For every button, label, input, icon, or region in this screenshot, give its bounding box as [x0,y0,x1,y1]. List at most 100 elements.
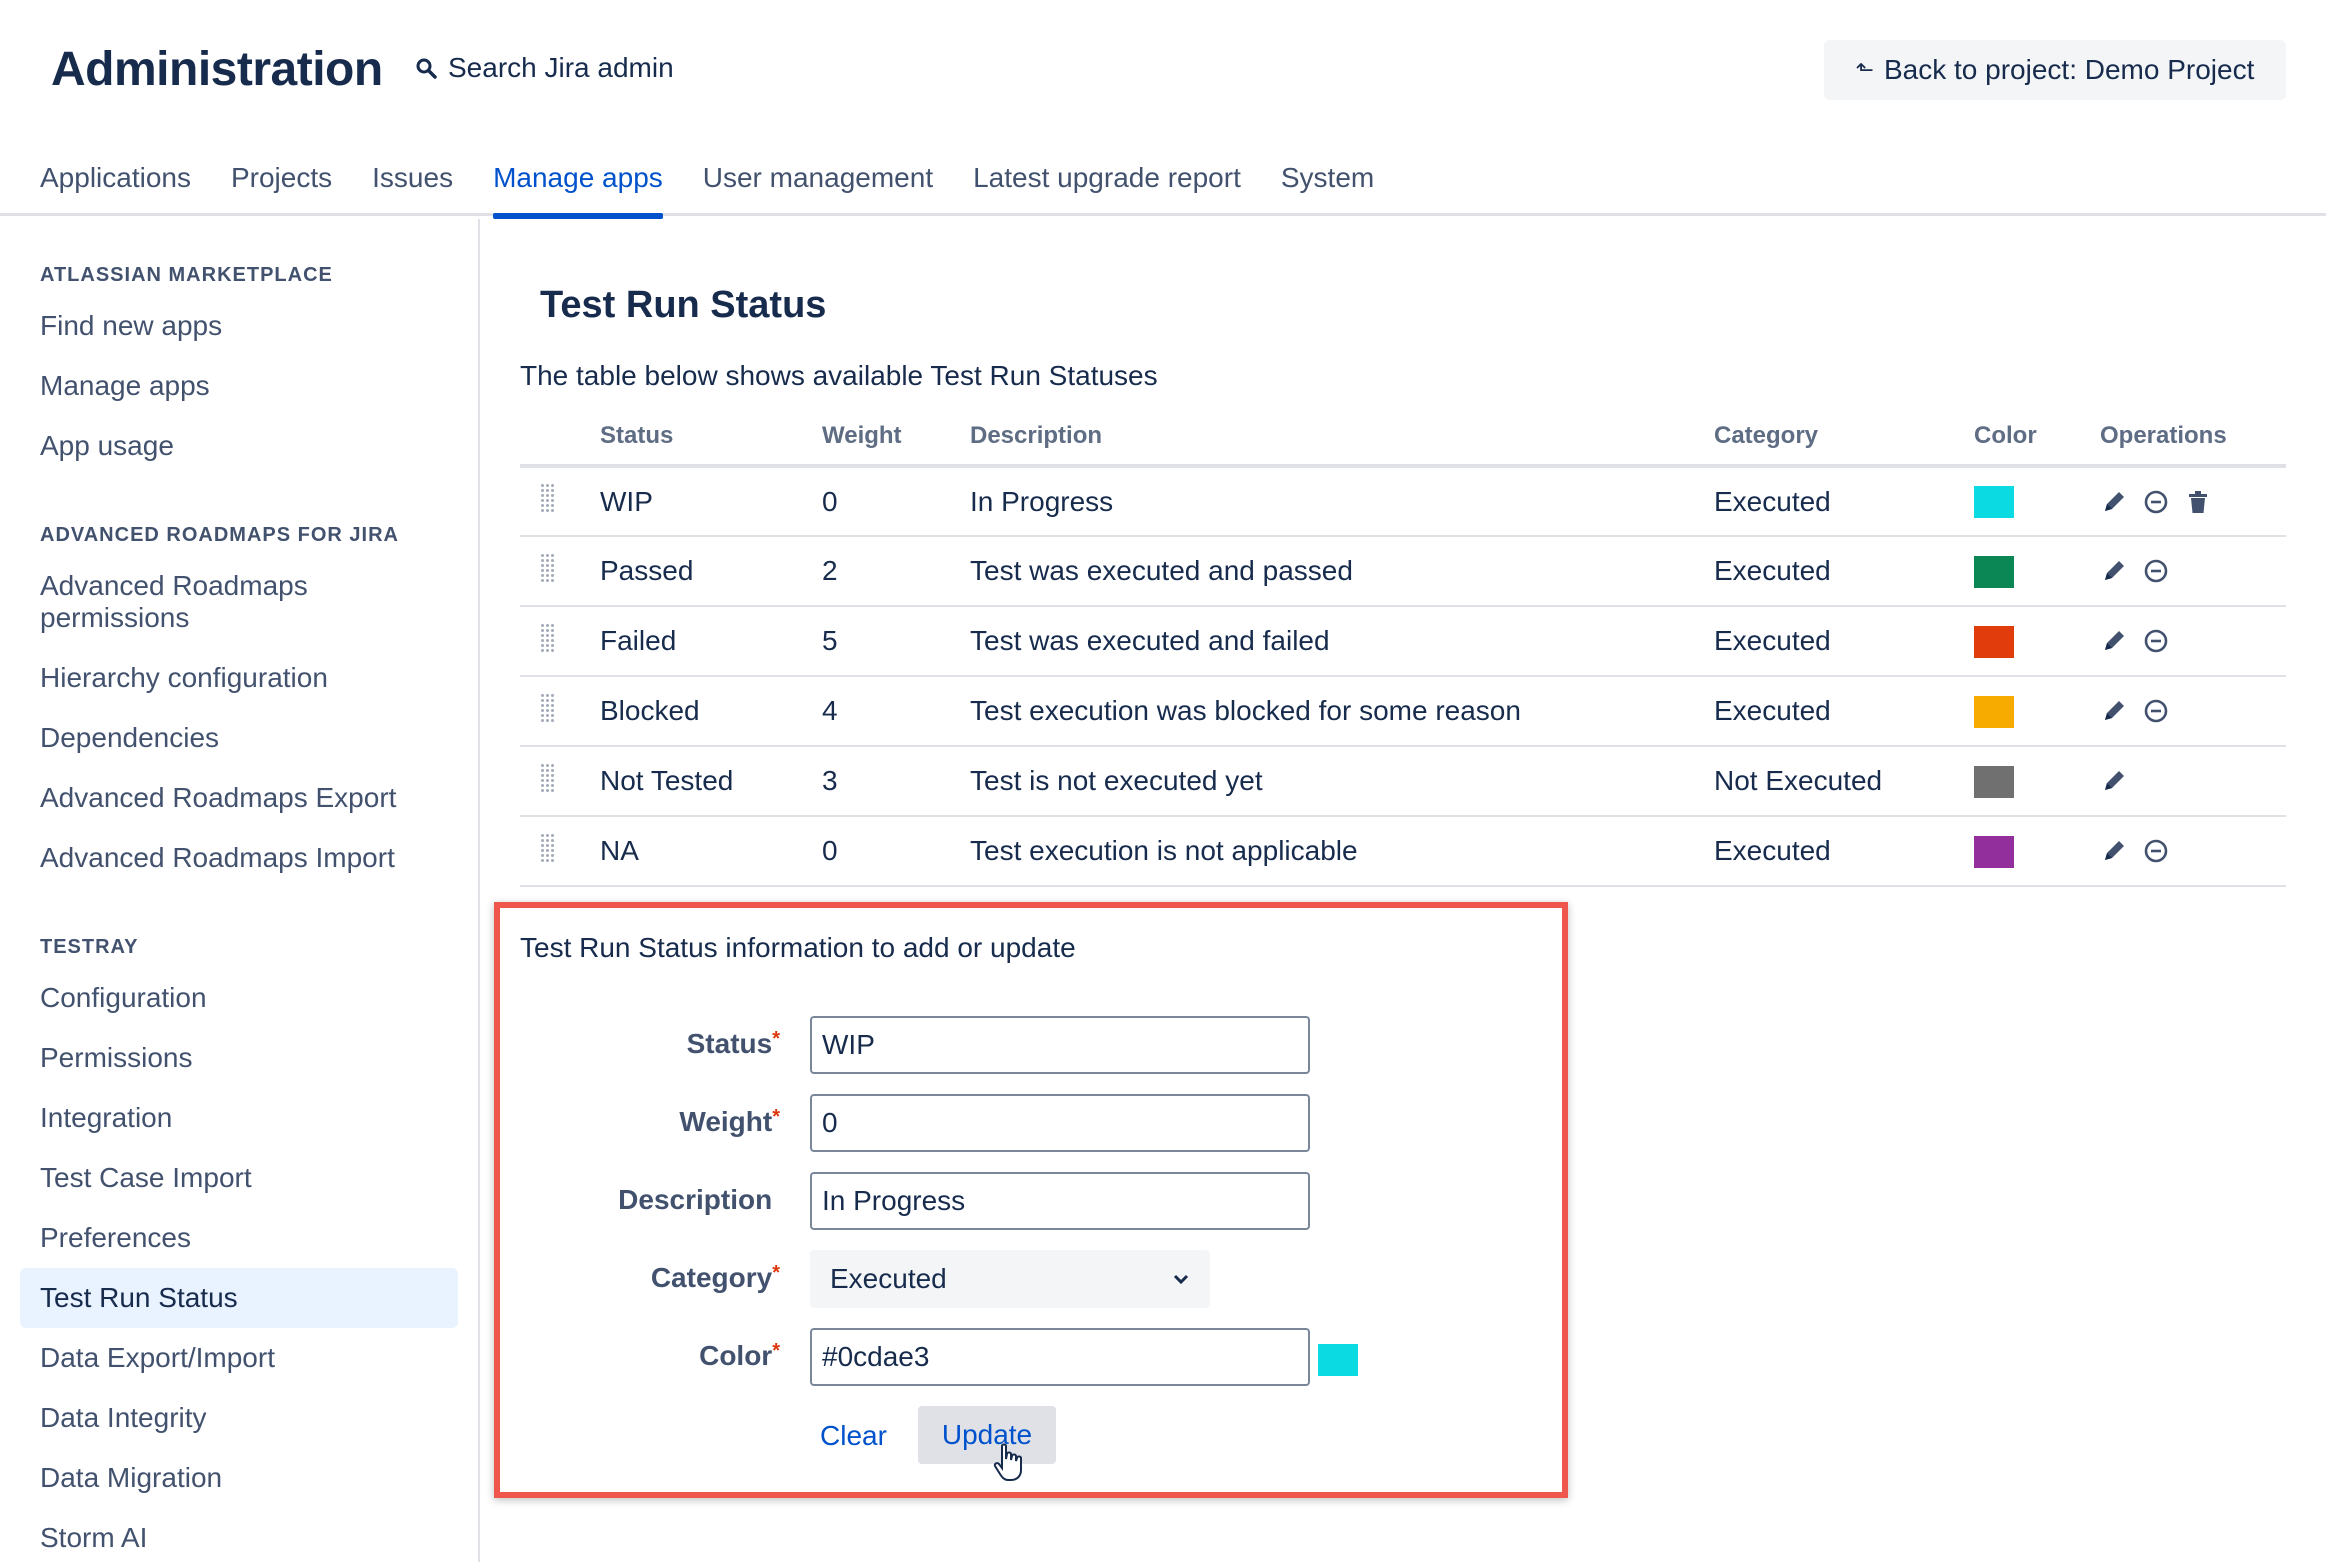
sidebar-item-storm-ai[interactable]: Storm AI [40,1521,147,1555]
table-header-description: Description [970,408,1714,468]
color-swatch [1974,555,2014,588]
admin-nav-tabs: Applications Projects Issues Manage apps… [40,160,1394,219]
tab-issues[interactable]: Issues [352,160,473,216]
tab-manage-apps[interactable]: Manage apps [473,160,683,219]
table-header-drag [520,408,600,468]
trash-icon[interactable] [2184,488,2212,516]
update-button[interactable]: Update [918,1406,1056,1464]
table-row: WIP 0 In Progress Executed [520,466,2286,537]
pencil-icon[interactable] [2100,837,2128,865]
minus-circle-icon[interactable] [2142,697,2170,725]
tab-user-management[interactable]: User management [683,160,953,216]
tab-system[interactable]: System [1261,160,1394,216]
back-to-project-button[interactable]: ⬑ Back to project: Demo Project [1824,40,2286,100]
drag-handle-icon[interactable] [540,552,554,583]
sidebar-item-integration[interactable]: Integration [40,1101,172,1135]
category-selected-value: Executed [830,1263,947,1294]
chevron-down-icon [1173,1274,1189,1285]
table-row: Failed 5 Test was executed and failed Ex… [520,606,2286,677]
back-arrow-icon: ⬑ [1855,57,1874,82]
sidebar-item-data-integrity[interactable]: Data Integrity [40,1401,207,1435]
sidebar-item-manage-apps[interactable]: Manage apps [40,369,210,403]
back-to-project-label: Back to project: Demo Project [1884,54,2255,85]
test-run-status-table: Status Weight Description Category Color… [520,408,2286,887]
page-title: Test Run Status [540,284,827,326]
sidebar-item-advanced-roadmaps-export[interactable]: Advanced Roadmaps Export [40,781,396,815]
weight-input[interactable] [810,1094,1310,1152]
color-preview-swatch [1318,1344,1358,1376]
sidebar-item-configuration[interactable]: Configuration [40,981,207,1015]
table-row: Blocked 4 Test execution was blocked for… [520,676,2286,747]
row-status: NA [600,816,822,887]
description-input[interactable] [810,1172,1310,1230]
row-operations [2100,488,2286,516]
row-category: Executed [1714,606,1974,677]
pencil-icon[interactable] [2100,557,2128,585]
status-input[interactable] [810,1016,1310,1074]
table-header-weight: Weight [822,408,970,468]
sidebar-item-hierarchy-configuration[interactable]: Hierarchy configuration [40,661,328,695]
pencil-icon[interactable] [2100,697,2128,725]
sidebar-item-data-migration[interactable]: Data Migration [40,1461,222,1495]
row-weight: 0 [822,816,970,887]
color-input[interactable] [810,1328,1310,1386]
sidebar-item-dependencies[interactable]: Dependencies [40,721,219,755]
row-category: Not Executed [1714,746,1974,817]
admin-header: Administration Search Jira admin ⬑ Back … [0,0,2326,219]
row-status: Passed [600,536,822,607]
sidebar-item-data-export-import[interactable]: Data Export/Import [40,1341,275,1375]
color-field-label: Color* [699,1340,780,1371]
category-select[interactable]: Executed [810,1250,1210,1308]
row-weight: 3 [822,746,970,817]
drag-handle-icon[interactable] [540,692,554,723]
row-description: Test execution is not applicable [970,816,1714,887]
row-operations [2100,697,2286,725]
drag-handle-icon[interactable] [540,483,554,513]
sidebar-heading-advanced-roadmaps: ADVANCED ROADMAPS FOR JIRA [40,524,399,546]
sidebar-item-permissions[interactable]: Permissions [40,1041,192,1075]
row-description: Test was executed and failed [970,606,1714,677]
table-header-row: Status Weight Description Category Color… [520,408,2286,468]
minus-circle-icon[interactable] [2142,837,2170,865]
admin-title: Administration [51,43,383,96]
drag-handle-icon[interactable] [540,622,554,653]
row-operations [2100,557,2286,585]
row-description: In Progress [970,466,1714,537]
search-jira-admin[interactable]: Search Jira admin [414,52,674,84]
tab-latest-upgrade-report[interactable]: Latest upgrade report [953,160,1261,216]
tab-projects[interactable]: Projects [211,160,352,216]
row-description: Test execution was blocked for some reas… [970,676,1714,747]
table-header-operations: Operations [2100,408,2286,468]
pencil-icon[interactable] [2100,627,2128,655]
row-operations [2100,767,2286,795]
sidebar-heading-atlassian-marketplace: ATLASSIAN MARKETPLACE [40,264,333,286]
row-category: Executed [1714,676,1974,747]
drag-handle-icon[interactable] [540,832,554,863]
color-swatch [1974,835,2014,868]
row-status: Blocked [600,676,822,747]
color-swatch [1974,765,2014,798]
sidebar-item-find-new-apps[interactable]: Find new apps [40,309,222,343]
minus-circle-icon[interactable] [2142,488,2170,516]
pencil-icon[interactable] [2100,488,2128,516]
sidebar-item-advanced-roadmaps-permissions[interactable]: Advanced Roadmaps permissions [40,570,360,634]
sidebar-item-preferences[interactable]: Preferences [40,1221,191,1255]
row-status: WIP [600,466,822,537]
sidebar-item-test-case-import[interactable]: Test Case Import [40,1161,252,1195]
color-swatch [1974,695,2014,728]
minus-circle-icon[interactable] [2142,627,2170,655]
clear-button[interactable]: Clear [820,1420,887,1452]
minus-circle-icon[interactable] [2142,557,2170,585]
sidebar-item-app-usage[interactable]: App usage [40,429,174,463]
row-description: Test was executed and passed [970,536,1714,607]
sidebar-item-test-run-status[interactable]: Test Run Status [20,1268,458,1328]
row-status: Not Tested [600,746,822,817]
sidebar-item-advanced-roadmaps-import[interactable]: Advanced Roadmaps Import [40,841,395,875]
search-icon [416,58,437,79]
table-header-status: Status [600,408,822,468]
status-field-label: Status* [686,1028,780,1059]
pencil-icon[interactable] [2100,767,2128,795]
drag-handle-icon[interactable] [540,762,554,793]
form-heading: Test Run Status information to add or up… [520,932,1076,963]
tab-applications[interactable]: Applications [40,160,211,216]
